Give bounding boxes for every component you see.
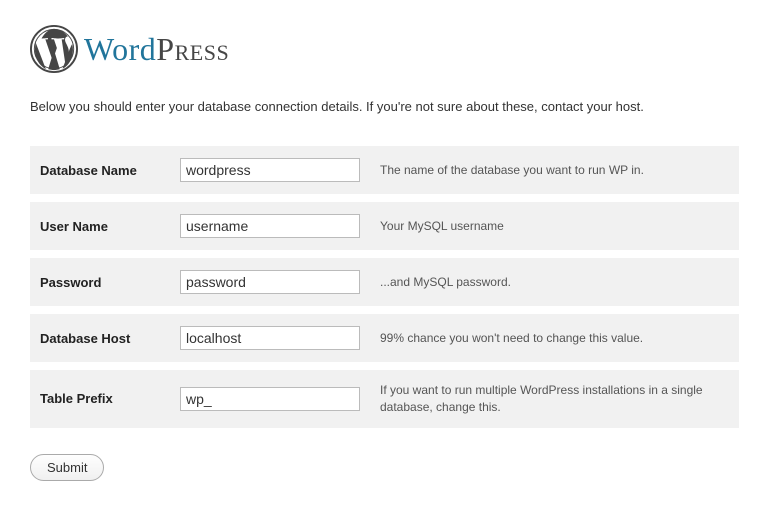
wordpress-logo-text: WordPress	[84, 31, 229, 68]
database-form: Database Name The name of the database y…	[30, 138, 739, 436]
password-input[interactable]	[180, 270, 360, 294]
wordpress-logo: WordPress	[30, 25, 739, 73]
table-prefix-input[interactable]	[180, 387, 360, 411]
intro-text: Below you should enter your database con…	[30, 98, 739, 116]
table-row: Database Name The name of the database y…	[30, 146, 739, 194]
database-name-desc: The name of the database you want to run…	[370, 146, 739, 194]
table-row: Database Host 99% chance you won't need …	[30, 314, 739, 362]
table-prefix-label: Table Prefix	[30, 370, 170, 428]
username-label: User Name	[30, 202, 170, 250]
table-row: User Name Your MySQL username	[30, 202, 739, 250]
wordpress-logo-icon	[30, 25, 78, 73]
database-name-input[interactable]	[180, 158, 360, 182]
username-desc: Your MySQL username	[370, 202, 739, 250]
submit-button[interactable]: Submit	[30, 454, 104, 481]
password-label: Password	[30, 258, 170, 306]
database-name-label: Database Name	[30, 146, 170, 194]
table-row: Password ...and MySQL password.	[30, 258, 739, 306]
password-desc: ...and MySQL password.	[370, 258, 739, 306]
table-row: Table Prefix If you want to run multiple…	[30, 370, 739, 428]
username-input[interactable]	[180, 214, 360, 238]
database-host-desc: 99% chance you won't need to change this…	[370, 314, 739, 362]
database-host-input[interactable]	[180, 326, 360, 350]
database-host-label: Database Host	[30, 314, 170, 362]
table-prefix-desc: If you want to run multiple WordPress in…	[370, 370, 739, 428]
